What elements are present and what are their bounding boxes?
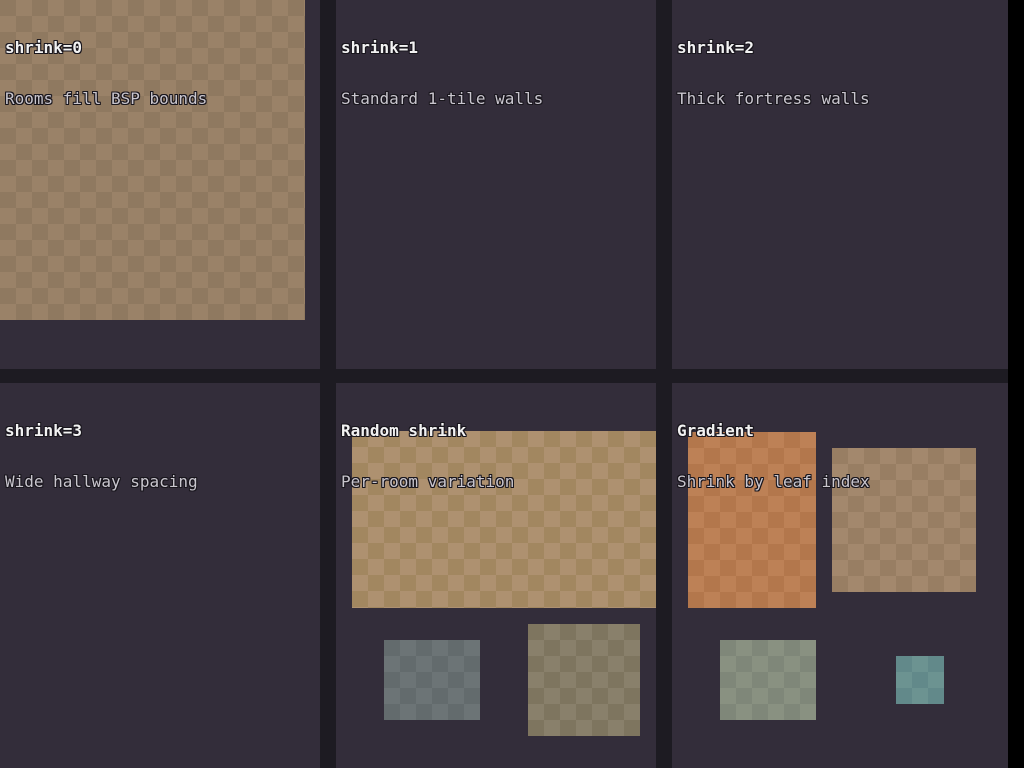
panel-shrink-0: shrink=0 Rooms fill BSP bounds [0,0,320,369]
panel-shrink-3: shrink=3 Wide hallway spacing [0,383,320,768]
panel-subtitle: Thick fortress walls [677,90,1008,107]
panel-subtitle: Shrink by leaf index [677,473,1008,490]
panel-header: Gradient Shrink by leaf index [672,383,1008,524]
panel-header: shrink=0 Rooms fill BSP bounds [0,0,320,141]
panel-shrink-1: shrink=1 Standard 1-tile walls [336,0,656,369]
bsp-room [720,640,816,720]
bsp-room [528,624,640,736]
panel-header: shrink=2 Thick fortress walls [672,0,1008,141]
panel-random-shrink: Random shrink Per-room variation [336,383,656,768]
bsp-room [896,656,944,704]
panel-header: Random shrink Per-room variation [336,383,656,524]
bsp-room [384,640,480,720]
panel-title: shrink=1 [341,39,656,56]
panel-title: shrink=2 [677,39,1008,56]
panel-title: shrink=0 [5,39,320,56]
panel-subtitle: Standard 1-tile walls [341,90,656,107]
panel-header: shrink=1 Standard 1-tile walls [336,0,656,141]
panel-title: shrink=3 [5,422,320,439]
panel-title: Random shrink [341,422,656,439]
right-letterbox [1008,0,1024,768]
bsp-shrink-comparison-canvas: shrink=0 Rooms fill BSP bounds shrink=1 … [0,0,1024,768]
panel-subtitle: Per-room variation [341,473,656,490]
panel-header: shrink=3 Wide hallway spacing [0,383,320,524]
panel-grid: shrink=0 Rooms fill BSP bounds shrink=1 … [0,0,1008,768]
panel-subtitle: Wide hallway spacing [5,473,320,490]
panel-subtitle: Rooms fill BSP bounds [5,90,320,107]
panel-gradient: Gradient Shrink by leaf index [672,383,1008,768]
panel-shrink-2: shrink=2 Thick fortress walls [672,0,1008,369]
panel-title: Gradient [677,422,1008,439]
